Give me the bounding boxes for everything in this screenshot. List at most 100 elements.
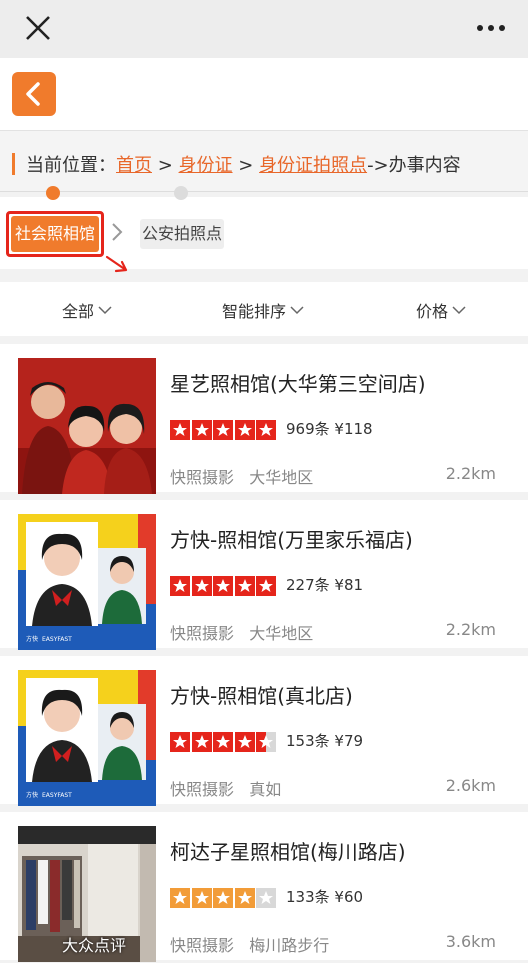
filter-all-label: 全部 (62, 302, 95, 321)
chevron-right-icon (112, 223, 123, 241)
review-count: 969条 (286, 420, 330, 438)
star-icon (170, 420, 190, 440)
review-count: 133条 (286, 888, 330, 906)
filter-bar: 全部 智能排序 价格 (0, 282, 528, 336)
dianping-watermark: 大众点评 (62, 936, 127, 955)
shop-area: 大华地区 (249, 468, 314, 487)
tab-police-photo-point[interactable]: 公安拍照点 (140, 219, 224, 249)
breadcrumb-text: 当前位置：首页 > 身份证 > 身份证拍照点->办事内容 (26, 151, 461, 177)
review-meta: 969条 ¥118 (286, 418, 373, 439)
breadcrumb: 当前位置：首页 > 身份证 > 身份证拍照点->办事内容 (0, 130, 528, 192)
review-count: 153条 (286, 732, 330, 750)
rating-stars (170, 888, 278, 908)
shop-name[interactable]: 方快-照相馆(万里家乐福店) (170, 524, 413, 553)
avg-price: ¥81 (334, 576, 364, 594)
shop-card[interactable]: 方快 EASYFAST 方快-照相馆(万里家乐福店) 227条 ¥81 快照摄影… (0, 500, 528, 650)
breadcrumb-suffix: ->办事内容 (367, 155, 461, 176)
shop-area: 真如 (249, 780, 282, 799)
breadcrumb-separator: > (232, 155, 260, 176)
star-icon (256, 576, 276, 596)
rating-stars (170, 576, 278, 596)
more-dots-icon[interactable] (476, 20, 506, 36)
step-dot-active (46, 186, 60, 200)
shop-name[interactable]: 方快-照相馆(真北店) (170, 680, 353, 709)
tab-social-studio-highlight: 社会照相馆 (6, 211, 104, 257)
filter-all[interactable]: 全部 (62, 298, 112, 322)
star-icon (213, 576, 233, 596)
breadcrumb-prefix: 当前位置： (26, 155, 116, 176)
close-icon[interactable] (24, 14, 52, 42)
rating-stars (170, 420, 278, 440)
tab-social-studio[interactable]: 社会照相馆 (11, 216, 99, 252)
brand-label: 方快 (26, 635, 38, 643)
avg-price: ¥60 (334, 888, 364, 906)
family-portrait-image (18, 358, 156, 494)
shop-name[interactable]: 星艺照相馆(大华第三空间店) (170, 368, 426, 397)
breadcrumb-idcard-link[interactable]: 身份证 (179, 155, 233, 176)
shop-thumbnail: 方快 EASYFAST (18, 514, 156, 650)
star-icon (256, 420, 276, 440)
shop-category: 快照摄影 (170, 468, 235, 487)
brand-label: 方快 (26, 791, 38, 799)
star-icon (234, 420, 255, 440)
review-count: 227条 (286, 576, 330, 594)
shop-distance: 2.2km (445, 620, 496, 639)
nav-bar (0, 58, 528, 130)
brand-en-label: EASYFAST (42, 636, 72, 643)
star-icon (234, 732, 255, 752)
shop-thumbnail (18, 358, 156, 494)
star-icon (213, 420, 233, 440)
filter-price-label: 价格 (416, 302, 449, 321)
review-meta: 153条 ¥79 (286, 730, 363, 751)
shop-distance: 3.6km (445, 932, 496, 951)
star-empty-icon (256, 888, 276, 908)
breadcrumb-idphoto-link[interactable]: 身份证拍照点 (259, 155, 367, 176)
breadcrumb-separator: > (152, 155, 179, 176)
brand-en-label: EASYFAST (42, 792, 72, 799)
filter-price[interactable]: 价格 (416, 298, 466, 322)
review-meta: 227条 ¥81 (286, 574, 363, 595)
chevron-down-icon (452, 306, 466, 315)
id-photo-sample-image: 方快 EASYFAST (18, 514, 156, 650)
star-icon (170, 576, 190, 596)
star-icon (234, 888, 255, 908)
shop-name[interactable]: 柯达子星照相馆(梅川路店) (170, 836, 406, 865)
filter-sort-label: 智能排序 (222, 302, 287, 321)
shop-thumbnail: 方快 EASYFAST (18, 670, 156, 806)
shop-card[interactable]: 方快 EASYFAST 方快-照相馆(真北店) 153条 ¥79 快照摄影 真如… (0, 656, 528, 806)
review-meta: 133条 ¥60 (286, 886, 363, 907)
shop-tags: 快照摄影 大华地区 (170, 464, 313, 488)
top-bar (0, 0, 528, 58)
star-icon (213, 888, 233, 908)
filter-sort[interactable]: 智能排序 (222, 298, 304, 322)
breadcrumb-home-link[interactable]: 首页 (116, 155, 152, 176)
step-dot-inactive (174, 186, 188, 200)
chevron-down-icon (98, 306, 112, 315)
rating-stars (170, 732, 278, 752)
shop-distance: 2.6km (445, 776, 496, 795)
star-icon (191, 420, 212, 440)
shop-distance: 2.2km (445, 464, 496, 483)
shop-category: 快照摄影 (170, 624, 235, 643)
annotation-arrow-icon (105, 255, 128, 273)
shop-area: 梅川路步行 (249, 936, 330, 955)
avg-price: ¥79 (334, 732, 364, 750)
star-icon (213, 732, 233, 752)
shop-tags: 快照摄影 大华地区 (170, 620, 313, 644)
id-photo-sample-image: 方快 EASYFAST (18, 670, 156, 806)
shop-area: 大华地区 (249, 624, 314, 643)
star-half-icon (256, 732, 276, 752)
chevron-down-icon (290, 306, 304, 315)
star-icon (191, 732, 212, 752)
shop-category: 快照摄影 (170, 936, 235, 955)
star-icon (170, 732, 190, 752)
star-icon (191, 888, 212, 908)
shop-category: 快照摄影 (170, 780, 235, 799)
back-button[interactable] (12, 72, 56, 116)
shop-tags: 快照摄影 真如 (170, 776, 281, 800)
star-icon (234, 576, 255, 596)
avg-price: ¥118 (334, 420, 373, 438)
category-tabs: 社会照相馆 公安拍照点 (0, 197, 528, 269)
shop-card[interactable]: 星艺照相馆(大华第三空间店) 969条 ¥118 快照摄影 大华地区 2.2km (0, 344, 528, 494)
star-icon (191, 576, 212, 596)
